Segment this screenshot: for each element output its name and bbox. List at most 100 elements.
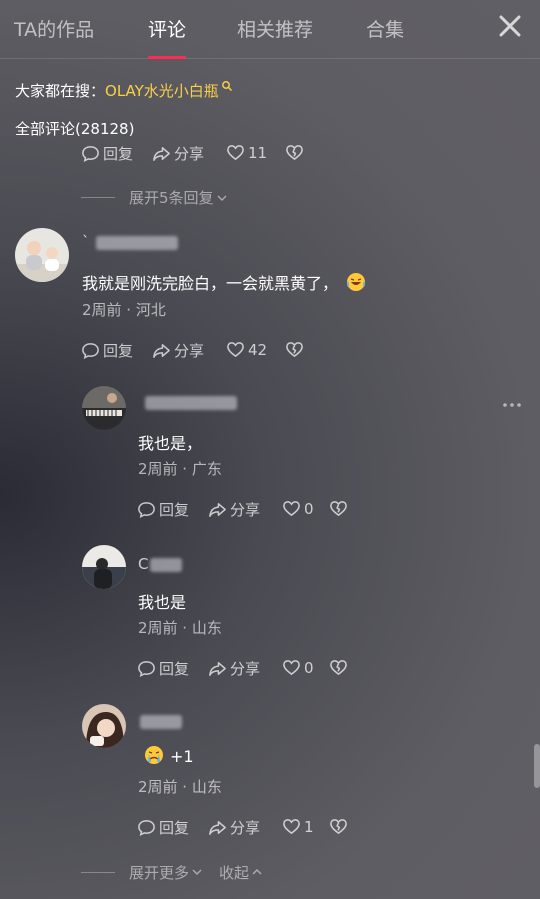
dislike-button[interactable] (285, 143, 304, 162)
reply-button[interactable]: 回复 (81, 143, 133, 164)
scrollbar-thumb[interactable] (534, 744, 540, 788)
reply-body: +1 (170, 747, 194, 766)
avatar[interactable] (15, 228, 69, 282)
broken-heart-icon (330, 660, 347, 675)
username-redacted (145, 396, 237, 410)
search-icon (221, 81, 232, 92)
reply-icon (82, 343, 99, 360)
username[interactable]: ` (82, 233, 90, 251)
dislike-button[interactable] (285, 340, 304, 359)
share-icon (209, 503, 226, 517)
avatar[interactable] (82, 545, 126, 589)
comment-count: 全部评论(28128) (15, 120, 135, 138)
like-count: 0 (304, 499, 314, 518)
comment-meta: 2周前 · 河北 (82, 301, 166, 319)
like-button[interactable]: 1 (282, 817, 314, 836)
broken-heart-icon (286, 145, 303, 160)
broken-heart-icon (286, 342, 303, 357)
username-redacted (140, 715, 182, 729)
collapse-button[interactable]: 收起 (219, 862, 263, 883)
expand-replies-label: 展开5条回复 (129, 189, 214, 207)
like-button[interactable]: 42 (226, 340, 267, 359)
dislike-button[interactable] (329, 817, 348, 836)
heart-icon (283, 819, 300, 835)
heart-icon (283, 501, 300, 517)
search-prefix: 大家都在搜： (15, 82, 106, 100)
chevron-down-icon (217, 195, 227, 201)
like-count: 42 (248, 340, 268, 359)
comment-text: 我就是刚洗完脸白，一会就黑黄了， (82, 270, 366, 294)
share-icon (153, 147, 170, 161)
chevron-up-icon (252, 869, 262, 875)
tab-bar: TA的作品 评论 相关推荐 合集 (0, 0, 540, 59)
dislike-button[interactable] (329, 658, 348, 677)
comment-body: 我就是刚洗完脸白，一会就黑黄了， (82, 274, 339, 293)
reply-meta: 2周前 · 广东 (138, 460, 222, 478)
reply-meta: 2周前 · 山东 (138, 619, 222, 637)
expand-more-label: 展开更多 (129, 864, 190, 882)
avatar[interactable] (82, 704, 126, 748)
reply-button[interactable]: 回复 (137, 499, 189, 520)
share-button[interactable]: 分享 (208, 817, 260, 838)
reply-button[interactable]: 回复 (137, 658, 189, 679)
collapse-label: 收起 (219, 864, 250, 882)
tab-collection[interactable]: 合集 (366, 15, 404, 42)
username[interactable]: C (138, 555, 148, 573)
reply-icon (138, 820, 155, 837)
broken-heart-icon (330, 819, 347, 834)
reply-text: 我也是， (138, 434, 203, 453)
reply-label: 回复 (103, 145, 134, 163)
share-label: 分享 (174, 342, 205, 360)
tab-works[interactable]: TA的作品 (14, 15, 94, 42)
tab-related[interactable]: 相关推荐 (237, 15, 313, 42)
share-button[interactable]: 分享 (208, 658, 260, 679)
reply-button[interactable]: 回复 (81, 340, 133, 361)
reply-text: +1 (144, 745, 194, 766)
search-suggestion: 大家都在搜：OLAY水光小白瓶 (15, 80, 233, 101)
replies-footer: 展开更多 收起 (81, 862, 263, 883)
avatar-image (82, 704, 126, 748)
laugh-cry-emoji (347, 273, 366, 291)
chevron-down-icon (192, 869, 202, 875)
reply-text: 我也是 (138, 593, 187, 612)
avatar-image (15, 228, 69, 282)
heart-icon (227, 145, 244, 161)
reply-button[interactable]: 回复 (137, 817, 189, 838)
avatar-image (82, 386, 126, 430)
reply-label: 回复 (159, 501, 190, 519)
heart-icon (227, 342, 244, 358)
like-button[interactable]: 0 (282, 499, 314, 518)
share-icon (209, 662, 226, 676)
share-icon (153, 344, 170, 358)
close-icon[interactable] (498, 14, 522, 38)
reply-label: 回复 (159, 819, 190, 837)
expand-more-button[interactable]: 展开更多 (129, 862, 203, 883)
avatar[interactable] (82, 386, 126, 430)
reply-icon (138, 661, 155, 678)
heart-icon (283, 660, 300, 676)
active-tab-indicator (148, 56, 186, 59)
username-redacted (96, 236, 178, 250)
share-button[interactable]: 分享 (208, 499, 260, 520)
dislike-button[interactable] (329, 499, 348, 518)
search-keyword-link[interactable]: OLAY水光小白瓶 (105, 82, 219, 100)
reply-label: 回复 (103, 342, 134, 360)
expand-replies[interactable]: 展开5条回复 (81, 187, 228, 208)
share-label: 分享 (230, 660, 261, 678)
reply-meta: 2周前 · 山东 (138, 778, 222, 796)
like-count: 11 (248, 143, 268, 162)
crying-emoji (145, 746, 163, 764)
more-options-icon[interactable] (502, 401, 522, 409)
broken-heart-icon (330, 501, 347, 516)
reply-label: 回复 (159, 660, 190, 678)
like-button[interactable]: 0 (282, 658, 314, 677)
share-button[interactable]: 分享 (152, 340, 204, 361)
share-button[interactable]: 分享 (152, 143, 204, 164)
share-label: 分享 (174, 145, 205, 163)
like-button[interactable]: 11 (226, 143, 267, 162)
reply-icon (138, 502, 155, 519)
like-count: 0 (304, 658, 314, 677)
tab-comments[interactable]: 评论 (148, 15, 186, 42)
like-count: 1 (304, 817, 314, 836)
avatar-image (82, 545, 126, 589)
